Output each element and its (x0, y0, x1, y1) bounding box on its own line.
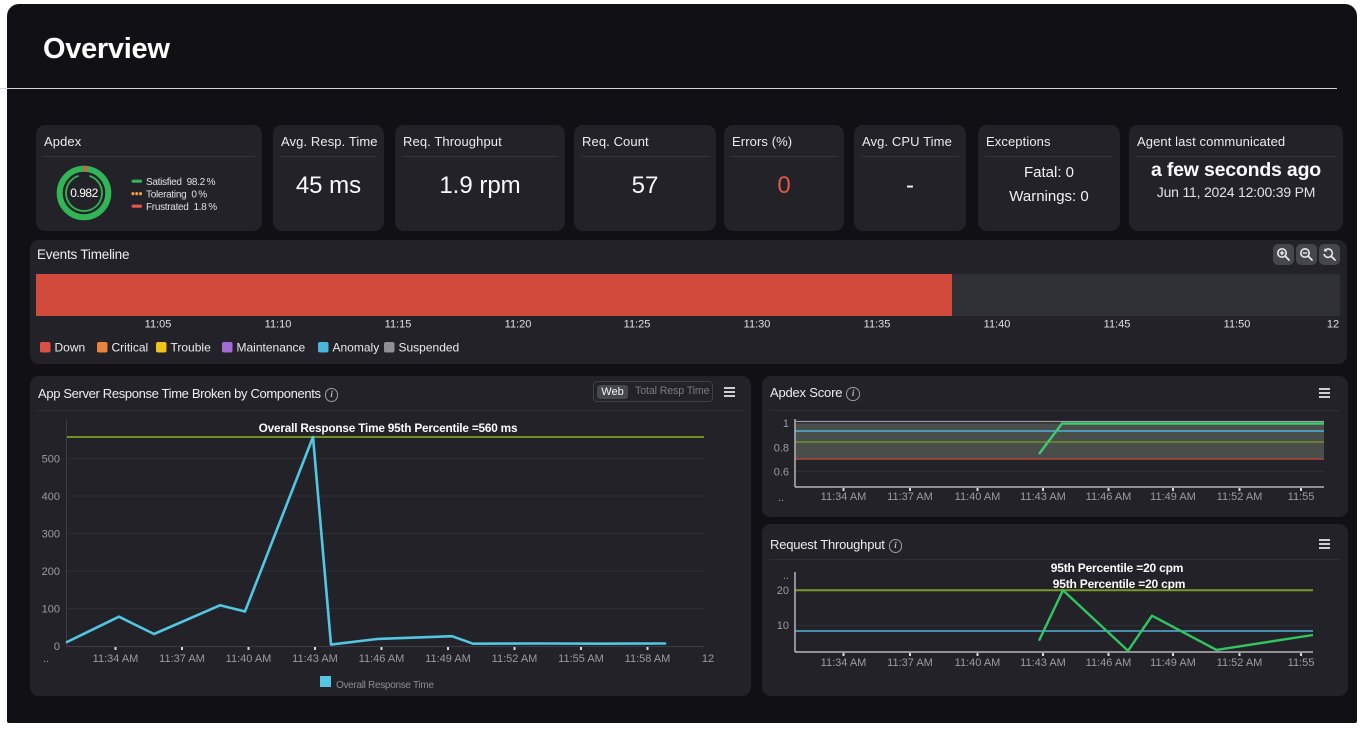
svg-text:0.982: 0.982 (70, 186, 98, 200)
svg-text:11:37 AM: 11:37 AM (887, 657, 933, 669)
svg-text:11:40 AM: 11:40 AM (955, 491, 1001, 503)
svg-text:0.8: 0.8 (774, 443, 789, 455)
svg-text:11:34 AM: 11:34 AM (93, 653, 139, 665)
svg-text:11:40 AM: 11:40 AM (955, 657, 1001, 669)
svg-text:11:49 AM: 11:49 AM (1150, 657, 1196, 669)
svg-text:11:10: 11:10 (265, 319, 292, 331)
svg-text:11:55 AM: 11:55 AM (558, 653, 604, 665)
svg-text:11:43 AM: 11:43 AM (1020, 491, 1066, 503)
svg-text:11:52 AM: 11:52 AM (1217, 657, 1263, 669)
svg-text:Frustrated 1.8 %: Frustrated 1.8 % (146, 202, 217, 213)
svg-text:95th Percentile =20 cpm: 95th Percentile =20 cpm (1051, 561, 1183, 575)
svg-text:11:45: 11:45 (1104, 319, 1131, 331)
svg-text:..: .. (783, 570, 789, 582)
svg-text:0: 0 (54, 641, 60, 653)
svg-text:Overall Response Time 95th Per: Overall Response Time 95th Percentile =5… (259, 421, 518, 435)
svg-text:Overall Response Time: Overall Response Time (336, 680, 434, 691)
svg-text:..: .. (43, 653, 49, 665)
svg-text:11:37 AM: 11:37 AM (887, 491, 933, 503)
svg-text:11:46 AM: 11:46 AM (1086, 657, 1132, 669)
svg-text:1: 1 (783, 418, 789, 430)
svg-text:300: 300 (42, 529, 60, 541)
svg-text:11:37 AM: 11:37 AM (159, 653, 205, 665)
svg-text:0.6: 0.6 (774, 467, 789, 479)
svg-text:11:34 AM: 11:34 AM (821, 657, 867, 669)
svg-text:11:49 AM: 11:49 AM (425, 653, 471, 665)
svg-text:11:15: 11:15 (385, 319, 412, 331)
svg-text:11:49 AM: 11:49 AM (1150, 491, 1196, 503)
svg-text:11:43 AM: 11:43 AM (1020, 657, 1066, 669)
svg-text:11:52 AM: 11:52 AM (1217, 491, 1263, 503)
svg-text:11:05: 11:05 (145, 319, 172, 331)
svg-text:..: .. (778, 492, 784, 504)
svg-text:11:20: 11:20 (505, 319, 532, 331)
svg-text:500: 500 (42, 454, 60, 466)
svg-text:Satisfied 98.2 %: Satisfied 98.2 % (146, 177, 216, 188)
svg-text:11:55: 11:55 (1288, 491, 1315, 503)
svg-text:Anomaly: Anomaly (333, 341, 380, 355)
svg-text:11:35: 11:35 (864, 319, 891, 331)
svg-text:400: 400 (42, 491, 60, 503)
svg-text:11:50: 11:50 (1224, 319, 1251, 331)
svg-text:Tolerating 0 %: Tolerating 0 % (146, 189, 207, 200)
svg-text:11:52 AM: 11:52 AM (492, 653, 538, 665)
svg-text:11:40 AM: 11:40 AM (226, 653, 272, 665)
svg-text:11:55: 11:55 (1288, 657, 1315, 669)
svg-text:20: 20 (777, 585, 789, 597)
svg-text:11:58 AM: 11:58 AM (625, 653, 671, 665)
svg-text:11:46 AM: 11:46 AM (1086, 491, 1132, 503)
svg-text:200: 200 (42, 566, 60, 578)
svg-text:11:25: 11:25 (624, 319, 651, 331)
svg-text:11:34 AM: 11:34 AM (821, 491, 867, 503)
svg-text:Suspended: Suspended (399, 341, 460, 355)
svg-text:10: 10 (777, 620, 789, 632)
svg-text:12: 12 (702, 653, 714, 665)
svg-text:Maintenance: Maintenance (237, 341, 306, 355)
svg-text:Critical: Critical (112, 341, 149, 355)
svg-text:11:40: 11:40 (984, 319, 1011, 331)
svg-text:95th Percentile =20 cpm: 95th Percentile =20 cpm (1053, 577, 1185, 591)
svg-text:11:43 AM: 11:43 AM (292, 653, 338, 665)
svg-text:12: 12 (1327, 319, 1339, 331)
svg-text:Trouble: Trouble (171, 341, 212, 355)
svg-text:11:46 AM: 11:46 AM (359, 653, 405, 665)
svg-text:Down: Down (55, 341, 86, 355)
svg-text:100: 100 (42, 604, 60, 616)
svg-text:11:30: 11:30 (744, 319, 771, 331)
